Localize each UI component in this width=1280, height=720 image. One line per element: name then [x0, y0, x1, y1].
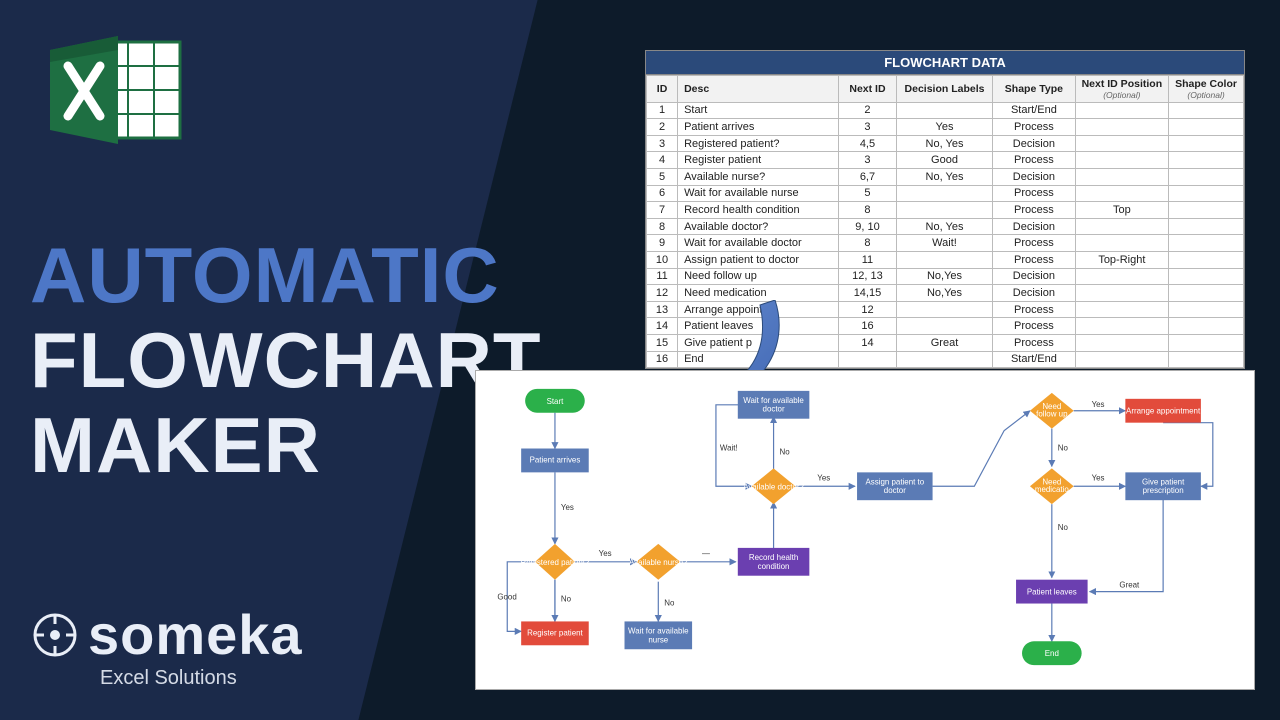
table-title: FLOWCHART DATA [646, 51, 1244, 75]
headline-line-1: AUTOMATIC [30, 230, 542, 321]
node-available-nurse: Available nurse? [629, 544, 688, 580]
brand-mark-icon [30, 610, 80, 660]
svg-text:Wait for available: Wait for available [743, 396, 804, 405]
svg-text:Start: Start [547, 397, 565, 406]
svg-text:condition: condition [758, 562, 790, 571]
table-header-row: ID Desc Next ID Decision Labels Shape Ty… [647, 76, 1244, 103]
node-assign-patient: Assign patient to doctor [857, 472, 933, 500]
node-start: Start [525, 389, 585, 413]
table-row: 4Register patient3GoodProcess [647, 152, 1244, 169]
node-wait-nurse: Wait for available nurse [625, 621, 693, 649]
node-need-medication: Need medicatio [1030, 468, 1074, 504]
svg-text:Patient leaves: Patient leaves [1027, 588, 1077, 597]
table-row: 9Wait for available doctor8Wait!Process [647, 235, 1244, 252]
flowchart-preview: Yes Good No Yes No — Wait! No Yes Yes No… [475, 370, 1255, 690]
svg-text:Great: Great [1119, 581, 1140, 590]
headline: AUTOMATIC FLOWCHART MAKER [30, 230, 542, 491]
node-registered-patient: Registered patient? [521, 544, 590, 580]
svg-text:prescription: prescription [1143, 486, 1184, 495]
svg-text:Available nurse?: Available nurse? [629, 558, 688, 567]
svg-text:doctor: doctor [884, 486, 906, 495]
col-decision-labels: Decision Labels [896, 76, 992, 103]
table-row: 16EndStart/End [647, 351, 1244, 368]
excel-icon [40, 30, 190, 150]
svg-text:Assign patient to: Assign patient to [865, 477, 924, 486]
node-record-health: Record health condition [738, 548, 810, 576]
flowchart-data-table: FLOWCHART DATA ID Desc Next ID Decision … [645, 50, 1245, 369]
node-patient-leaves: Patient leaves [1016, 580, 1088, 604]
svg-text:Register patient: Register patient [527, 628, 583, 637]
brand-tagline: Excel Solutions [100, 667, 303, 690]
table-row: 10Assign patient to doctor11ProcessTop-R… [647, 251, 1244, 268]
node-available-doctor: Available doctor? [743, 468, 804, 504]
svg-text:Yes: Yes [1092, 400, 1105, 409]
col-shape-type: Shape Type [993, 76, 1075, 103]
table-row: 15Give patient p14GreatProcess [647, 334, 1244, 351]
svg-text:Yes: Yes [817, 473, 830, 482]
svg-text:Yes: Yes [1092, 473, 1105, 482]
svg-text:No: No [780, 447, 791, 456]
brand-logo: someka Excel Solutions [30, 602, 303, 690]
svg-text:Available doctor?: Available doctor? [743, 482, 804, 491]
svg-text:Wait!: Wait! [720, 444, 738, 453]
svg-text:Yes: Yes [561, 503, 574, 512]
svg-text:follow up: follow up [1036, 410, 1068, 419]
col-id: ID [647, 76, 678, 103]
col-shape-color: Shape Color(Optional) [1169, 76, 1244, 103]
headline-line-3: MAKER [30, 400, 542, 491]
svg-text:Record health: Record health [749, 553, 798, 562]
table-row: 3Registered patient?4,5No, YesDecision [647, 135, 1244, 152]
svg-text:No: No [1058, 523, 1069, 532]
table-row: 14Patient leaves16Process [647, 318, 1244, 335]
headline-line-2: FLOWCHART [30, 315, 542, 406]
table-row: 1Start2Start/End [647, 102, 1244, 119]
node-give-prescription: Give patient prescription [1125, 472, 1201, 500]
table-row: 7Record health condition8ProcessTop [647, 202, 1244, 219]
svg-text:Give patient: Give patient [1142, 477, 1185, 486]
node-register-patient: Register patient [521, 621, 589, 645]
col-next-id-position: Next ID Position(Optional) [1075, 76, 1169, 103]
svg-text:Arrange appointment: Arrange appointment [1126, 407, 1201, 416]
col-next-id: Next ID [839, 76, 897, 103]
node-wait-doctor: Wait for available doctor [738, 391, 810, 419]
col-desc: Desc [678, 76, 839, 103]
svg-text:Wait for available: Wait for available [628, 626, 689, 635]
brand-name: someka [88, 602, 303, 667]
table-row: 5Available nurse?6,7No, YesDecision [647, 168, 1244, 185]
node-arrange-appointment: Arrange appointment [1125, 399, 1201, 423]
svg-text:No: No [1058, 444, 1069, 453]
node-patient-arrives: Patient arrives [521, 449, 589, 473]
table-row: 13Arrange appointme12Process [647, 301, 1244, 318]
table-row: 6Wait for available nurse5Process [647, 185, 1244, 202]
table-row: 11Need follow up12, 13No,YesDecision [647, 268, 1244, 285]
table-row: 2Patient arrives3YesProcess [647, 119, 1244, 136]
svg-text:Good: Good [497, 593, 516, 602]
svg-text:—: — [702, 549, 710, 558]
svg-text:No: No [561, 595, 572, 604]
svg-text:Patient arrives: Patient arrives [530, 455, 581, 464]
svg-text:nurse: nurse [648, 635, 668, 644]
svg-text:Yes: Yes [599, 549, 612, 558]
svg-text:No: No [664, 599, 675, 608]
svg-text:End: End [1045, 649, 1059, 658]
svg-text:medicatio: medicatio [1035, 485, 1070, 494]
svg-text:doctor: doctor [763, 405, 785, 414]
node-need-follow-up: Need follow up [1030, 393, 1074, 429]
table-row: 12Need medication14,15No,YesDecision [647, 285, 1244, 302]
svg-text:Registered patient?: Registered patient? [521, 558, 590, 567]
table-row: 8Available doctor?9, 10No, YesDecision [647, 218, 1244, 235]
node-end: End [1022, 641, 1082, 665]
